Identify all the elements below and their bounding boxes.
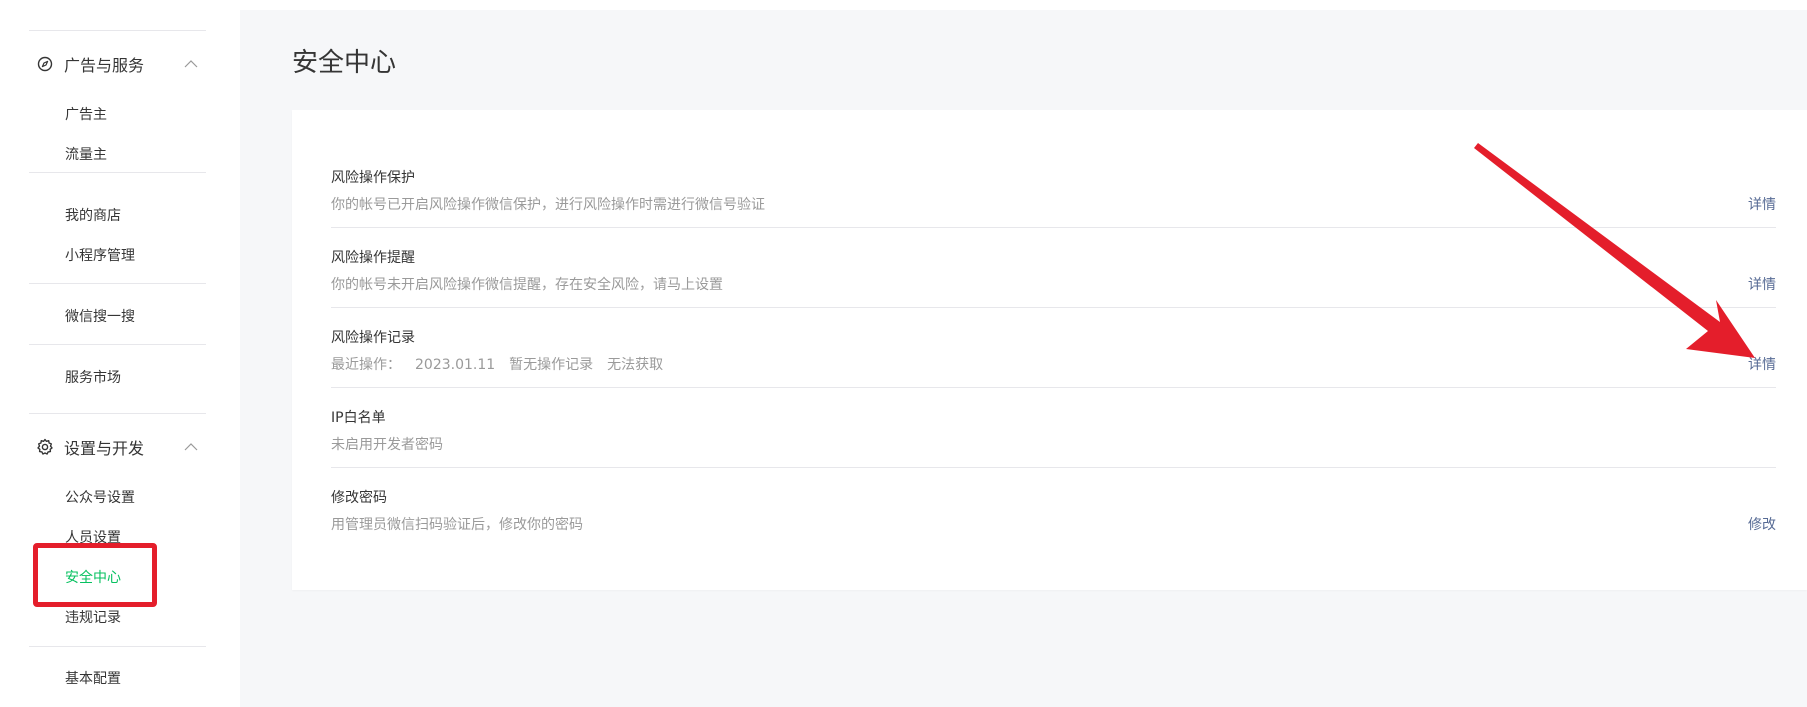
list-item-ip-whitelist: IP白名单 未启用开发者密码 bbox=[331, 350, 1776, 468]
row-title: IP白名单 bbox=[331, 410, 386, 426]
sidebar-item-mini-program[interactable]: 小程序管理 bbox=[65, 245, 135, 265]
row-title: 风险操作记录 bbox=[331, 330, 415, 346]
list-item-risk-records: 风险操作记录 最近操作： 2023.01.11 暂无操作记录 无法获取 详情 bbox=[331, 270, 1776, 388]
sidebar-item-basic-config[interactable]: 基本配置 bbox=[65, 668, 121, 688]
sidebar-item-advertiser[interactable]: 广告主 bbox=[65, 104, 107, 124]
sidebar-section-label: 广告与服务 bbox=[64, 56, 145, 75]
row-description: 用管理员微信扫码验证后，修改你的密码 bbox=[331, 517, 583, 533]
sidebar-item-my-shop[interactable]: 我的商店 bbox=[65, 205, 121, 225]
list-item-risk-reminder: 风险操作提醒 你的帐号未开启风险操作微信提醒，存在安全风险，请马上设置 详情 bbox=[331, 190, 1776, 308]
modify-link[interactable]: 修改 bbox=[1748, 514, 1776, 534]
chevron-up-icon bbox=[184, 442, 198, 452]
sidebar-divider bbox=[29, 646, 206, 647]
sidebar-item-violation-records[interactable]: 违规记录 bbox=[65, 607, 121, 627]
sidebar: 广告与服务 广告主 流量主 我的商店 小程序管理 微信搜一搜 服务市场 设置与开… bbox=[0, 0, 240, 707]
list-item-risk-protection: 风险操作保护 你的帐号已开启风险操作微信保护，进行风险操作时需进行微信号验证 详… bbox=[331, 110, 1776, 228]
sidebar-section-settings-dev[interactable]: 设置与开发 bbox=[36, 435, 206, 459]
chevron-up-icon bbox=[184, 59, 198, 69]
sidebar-divider bbox=[29, 30, 206, 31]
list-item-change-password: 修改密码 用管理员微信扫码验证后，修改你的密码 修改 bbox=[331, 430, 1776, 533]
row-title: 修改密码 bbox=[331, 490, 387, 506]
row-title: 风险操作保护 bbox=[331, 170, 415, 186]
sidebar-item-weixin-search[interactable]: 微信搜一搜 bbox=[65, 306, 135, 326]
sidebar-section-ads-services[interactable]: 广告与服务 bbox=[36, 52, 206, 76]
sidebar-item-member-settings[interactable]: 人员设置 bbox=[65, 527, 121, 547]
sidebar-item-publisher[interactable]: 流量主 bbox=[65, 144, 107, 164]
sidebar-divider bbox=[29, 344, 206, 345]
sidebar-divider bbox=[29, 172, 206, 173]
sidebar-item-service-market[interactable]: 服务市场 bbox=[65, 367, 121, 387]
security-settings-card: 风险操作保护 你的帐号已开启风险操作微信保护，进行风险操作时需进行微信号验证 详… bbox=[292, 110, 1807, 590]
page: 广告与服务 广告主 流量主 我的商店 小程序管理 微信搜一搜 服务市场 设置与开… bbox=[0, 0, 1807, 707]
row-title: 风险操作提醒 bbox=[331, 250, 415, 266]
main-content: 安全中心 风险操作保护 你的帐号已开启风险操作微信保护，进行风险操作时需进行微信… bbox=[240, 10, 1807, 707]
sidebar-divider bbox=[29, 413, 206, 414]
sidebar-item-security-center[interactable]: 安全中心 bbox=[65, 567, 121, 587]
gear-icon bbox=[36, 438, 54, 456]
sidebar-section-label: 设置与开发 bbox=[64, 439, 145, 458]
page-title: 安全中心 bbox=[292, 48, 397, 78]
compass-icon bbox=[36, 55, 54, 73]
sidebar-item-account-settings[interactable]: 公众号设置 bbox=[65, 487, 135, 507]
sidebar-divider bbox=[29, 283, 206, 284]
